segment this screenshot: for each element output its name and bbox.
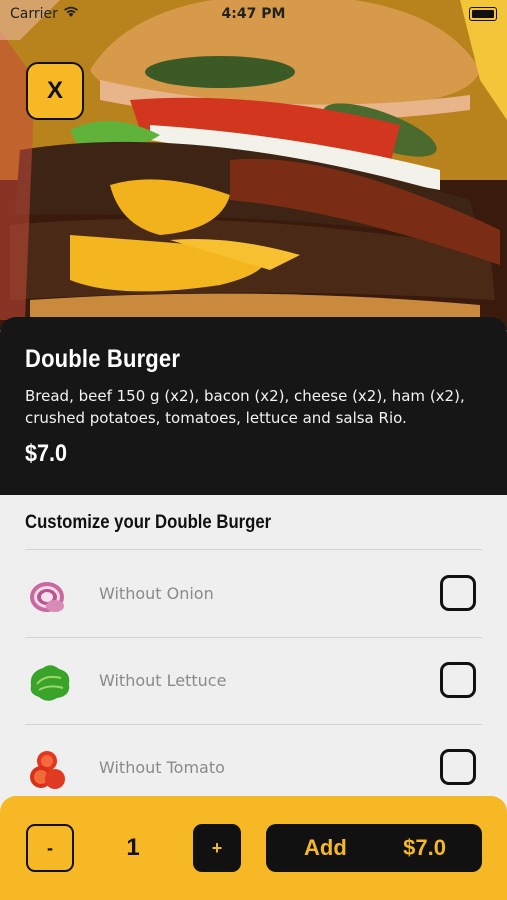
plus-icon: +	[211, 837, 223, 858]
status-time: 4:47 PM	[221, 6, 286, 22]
product-image	[0, 0, 507, 330]
close-icon: X	[46, 77, 63, 104]
lettuce-icon	[30, 665, 70, 701]
customize-title: Customize your Double Burger	[25, 512, 272, 533]
status-bar: Carrier 4:47 PM	[0, 0, 507, 28]
option-label: Without Tomato	[99, 758, 225, 777]
option-checkbox-tomato[interactable]	[440, 749, 476, 785]
divider	[25, 549, 482, 550]
option-label: Without Onion	[99, 584, 214, 603]
battery-icon	[469, 7, 497, 21]
product-name: Double Burger	[25, 345, 181, 373]
option-checkbox-onion[interactable]	[440, 575, 476, 611]
add-button-label: Add	[304, 835, 347, 860]
option-label: Without Lettuce	[99, 671, 227, 690]
product-price: $7.0	[25, 440, 68, 467]
add-to-order-button[interactable]: Add $7.0	[266, 824, 482, 872]
product-description: Bread, beef 150 g (x2), bacon (x2), chee…	[25, 387, 465, 427]
onion-icon	[30, 582, 64, 612]
minus-icon: -	[47, 837, 53, 858]
tomato-icon	[30, 751, 65, 789]
option-row-onion[interactable]: Without Onion	[25, 551, 482, 637]
product-info-card: Double Burger Bread, beef 150 g (x2), ba…	[0, 317, 507, 495]
decrease-quantity-button[interactable]: -	[26, 824, 74, 872]
order-bar: - 1 + Add $7.0	[0, 796, 507, 900]
customize-section: Customize your Double Burger Without Oni…	[0, 495, 507, 805]
option-checkbox-lettuce[interactable]	[440, 662, 476, 698]
option-row-lettuce[interactable]: Without Lettuce	[25, 638, 482, 724]
close-button[interactable]: X	[26, 62, 84, 120]
add-button-total: $7.0	[403, 835, 446, 860]
quantity-value: 1	[126, 834, 140, 861]
increase-quantity-button[interactable]: +	[193, 824, 241, 872]
